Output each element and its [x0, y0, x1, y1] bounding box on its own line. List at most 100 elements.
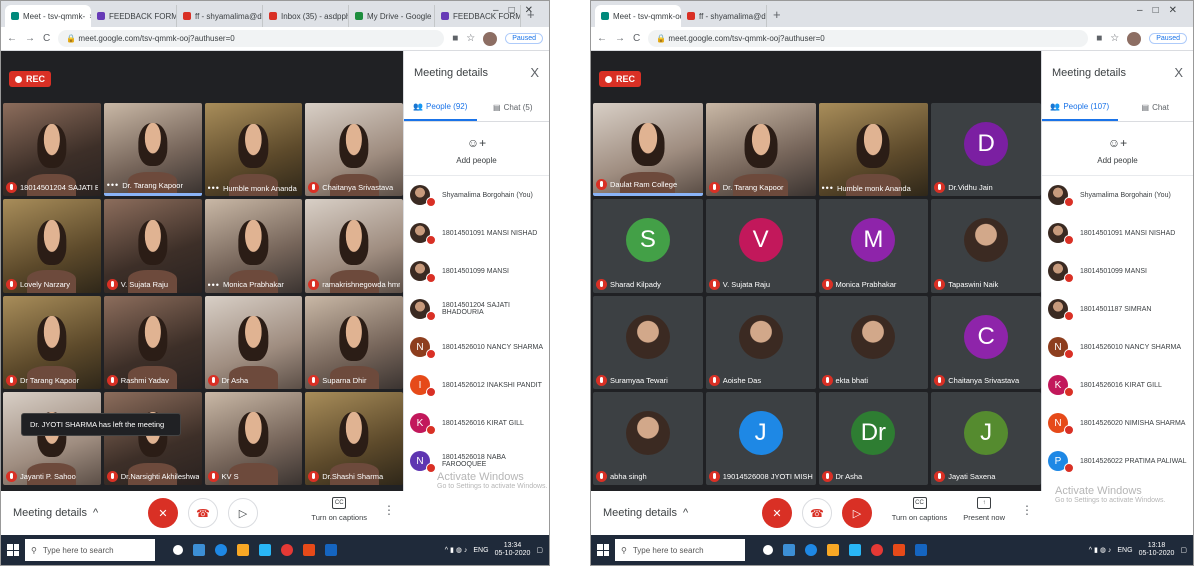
- chrome-icon[interactable]: [871, 544, 883, 556]
- participant-tile[interactable]: Dr.Shashi Sharma: [305, 391, 403, 485]
- people-list-item[interactable]: N 18014526010 NANCY SHARMA: [404, 328, 549, 366]
- reload-icon[interactable]: C: [633, 33, 640, 44]
- people-list-item[interactable]: Shyamalima Borgohain (You): [1042, 176, 1193, 214]
- back-icon[interactable]: ←: [597, 33, 607, 44]
- star-icon[interactable]: ☆: [466, 33, 475, 44]
- powerpoint-icon[interactable]: [303, 544, 315, 556]
- browser-tab[interactable]: Meet - tsv-qmmk-ooj×: [595, 5, 681, 27]
- browser-tab[interactable]: Inbox (35) - asdpphilo...×: [263, 5, 349, 27]
- present-now-button[interactable]: ↑ Present now: [963, 497, 1005, 522]
- people-list-item[interactable]: P 18014526022 PRATIMA PALIWAL: [1042, 442, 1193, 480]
- participant-tile[interactable]: Dr Dr Asha: [818, 391, 929, 485]
- tab-chat[interactable]: ▤ Chat (5): [477, 102, 550, 121]
- profile-avatar[interactable]: [1127, 31, 1142, 46]
- taskbar-search[interactable]: ⚲ Type here to search: [615, 539, 745, 561]
- participant-tile[interactable]: D Dr.Vidhu Jain: [931, 103, 1041, 197]
- clock[interactable]: 13:18 05-10-2020: [1139, 542, 1175, 559]
- tray-icons[interactable]: ^ ▮ ◍ ♪: [445, 546, 468, 554]
- participant-tile[interactable]: Daulat Ram College: [593, 103, 703, 197]
- add-people-button[interactable]: ☺+ Add people: [404, 122, 549, 176]
- notification-icon[interactable]: ▢: [536, 546, 543, 554]
- back-icon[interactable]: ←: [7, 33, 17, 44]
- close-icon[interactable]: X: [530, 65, 539, 80]
- camera-icon[interactable]: ■: [1096, 33, 1102, 44]
- word-icon[interactable]: [915, 544, 927, 556]
- add-people-button[interactable]: ☺+ Add people: [1042, 122, 1193, 176]
- people-list-item[interactable]: 18014501099 MANSI: [404, 252, 549, 290]
- windows-start-icon[interactable]: [7, 544, 19, 556]
- close-icon[interactable]: X: [1174, 65, 1183, 80]
- participant-tile[interactable]: Chaitanya Srivastava: [305, 103, 403, 197]
- participant-tile[interactable]: Suparna Dhir: [305, 295, 403, 389]
- forward-icon[interactable]: →: [25, 33, 35, 44]
- participant-tile[interactable]: Aoishe Das: [705, 295, 816, 389]
- participant-tile[interactable]: Tapaswini Naik: [931, 199, 1041, 293]
- participant-tile[interactable]: KV S: [204, 391, 303, 485]
- people-list-item[interactable]: N 18014526018 NABA FAROOQUEE: [404, 442, 549, 480]
- participant-tile[interactable]: Dr Tarang Kapoor: [3, 295, 101, 389]
- participant-tile[interactable]: ramakrishnegowda hmr: [305, 199, 403, 293]
- people-list-item[interactable]: Shyamalima Borgohain (You): [404, 176, 549, 214]
- hang-up-button[interactable]: ☎: [188, 498, 218, 528]
- edge-icon[interactable]: [215, 544, 227, 556]
- people-list-item[interactable]: 18014501091 MANSI NISHAD: [404, 214, 549, 252]
- tab-chat[interactable]: ▤ Chat: [1118, 102, 1194, 121]
- profile-avatar[interactable]: [483, 31, 498, 46]
- browser-tab[interactable]: Meet - tsv-qmmk-×: [5, 5, 91, 27]
- participant-tile[interactable]: Jayanti P. Sahoo: [3, 391, 101, 485]
- more-options-icon[interactable]: ⋮: [383, 503, 395, 517]
- participant-tile[interactable]: M Monica Prabhakar: [818, 199, 929, 293]
- mic-off-button[interactable]: ✕: [148, 498, 178, 528]
- participant-tile[interactable]: Dr.Narsighti Akhileshwaran Reddy: [103, 391, 202, 485]
- paused-badge[interactable]: Paused: [505, 33, 543, 44]
- participant-tile[interactable]: Dr. Tarang Kapoor: [705, 103, 816, 197]
- participant-tile[interactable]: ••• Humble monk Ananda: [818, 103, 929, 197]
- tab-people[interactable]: 👥 People (107): [1042, 102, 1118, 121]
- language-indicator[interactable]: ENG: [1117, 547, 1132, 554]
- browser-tab[interactable]: FEEDBACK FORM FOR×: [91, 5, 177, 27]
- cortana-icon[interactable]: [763, 545, 773, 555]
- participant-tile[interactable]: Rashmi Yadav: [103, 295, 202, 389]
- camera-button[interactable]: ▷: [228, 498, 258, 528]
- camera-icon[interactable]: ■: [452, 33, 458, 44]
- participant-tile[interactable]: ••• Monica Prabhakar: [204, 199, 303, 293]
- powerpoint-icon[interactable]: [893, 544, 905, 556]
- paused-badge[interactable]: Paused: [1149, 33, 1187, 44]
- captions-button[interactable]: CC Turn on captions: [311, 497, 367, 522]
- participant-tile[interactable]: ekta bhati: [818, 295, 929, 389]
- star-icon[interactable]: ☆: [1110, 33, 1119, 44]
- captions-button[interactable]: CC Turn on captions: [892, 497, 947, 522]
- participant-tile[interactable]: ••• Humble monk Ananda: [204, 103, 303, 197]
- windows-start-icon[interactable]: [597, 544, 609, 556]
- people-list-item[interactable]: 18014501187 SIMRAN: [1042, 290, 1193, 328]
- participant-tile[interactable]: J Jayati Saxena: [931, 391, 1041, 485]
- browser-tab[interactable]: ff - shyamalima@dr.du.ac.in - Dr...×: [681, 5, 767, 27]
- camera-off-button[interactable]: ▷: [842, 498, 872, 528]
- language-indicator[interactable]: ENG: [473, 547, 488, 554]
- participant-tile[interactable]: V. Sujata Raju: [103, 199, 202, 293]
- notification-icon[interactable]: ▢: [1180, 546, 1187, 554]
- edge-icon[interactable]: [805, 544, 817, 556]
- participant-tile[interactable]: J 19014526008 JYOTI MISHRA: [705, 391, 816, 485]
- participant-tile[interactable]: Dr Asha: [204, 295, 303, 389]
- mic-off-button[interactable]: ✕: [762, 498, 792, 528]
- browser-tab[interactable]: My Drive - Google Dri...×: [349, 5, 435, 27]
- meeting-details-button[interactable]: Meeting details ^: [13, 507, 98, 519]
- url-field[interactable]: 🔒 meet.google.com/tsv-qmmk-ooj?authuser=…: [648, 30, 1089, 47]
- people-list-item[interactable]: 18014501099 MANSI: [1042, 252, 1193, 290]
- participant-tile[interactable]: abha singh: [593, 391, 703, 485]
- participant-tile[interactable]: ••• Dr. Tarang Kapoor: [103, 103, 202, 197]
- task-view-icon[interactable]: [193, 544, 205, 556]
- participant-tile[interactable]: 18014501204 SAJATI BHADOU...: [3, 103, 101, 197]
- people-list-item[interactable]: K 18014526016 KIRAT GILL: [404, 404, 549, 442]
- cortana-icon[interactable]: [173, 545, 183, 555]
- tab-people[interactable]: 👥 People (92): [404, 102, 477, 121]
- store-icon[interactable]: [849, 544, 861, 556]
- chrome-icon[interactable]: [281, 544, 293, 556]
- file-explorer-icon[interactable]: [827, 544, 839, 556]
- participant-tile[interactable]: Lovely Narzary: [3, 199, 101, 293]
- hang-up-button[interactable]: ☎: [802, 498, 832, 528]
- meeting-details-button[interactable]: Meeting details ^: [603, 507, 688, 519]
- people-list-item[interactable]: 18014501091 MANSI NISHAD: [1042, 214, 1193, 252]
- participant-tile[interactable]: C Chaitanya Srivastava: [931, 295, 1041, 389]
